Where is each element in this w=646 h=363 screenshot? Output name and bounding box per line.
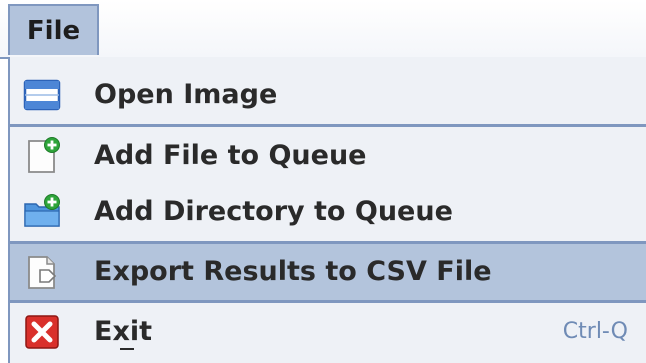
menu-item-open-image[interactable]: Open Image [10, 67, 646, 123]
menu-item-exit[interactable]: Exit Ctrl-Q [10, 304, 646, 360]
menu-item-add-file-label: Add File to Queue [94, 140, 367, 171]
menu-separator [10, 300, 646, 303]
export-csv-icon [28, 256, 57, 289]
menu-item-add-directory[interactable]: Add Directory to Queue [10, 184, 646, 240]
menu-item-export-csv-label: Export Results to CSV File [94, 256, 492, 287]
menu-bar: File [0, 0, 646, 59]
menu-item-add-directory-label: Add Directory to Queue [94, 196, 453, 227]
menu-file[interactable]: File [8, 4, 99, 55]
open-image-icon [23, 79, 61, 111]
file-menu-dropdown: Open Image Add File to Queue Add Directo… [8, 57, 646, 363]
menu-separator [10, 124, 646, 127]
add-directory-icon [24, 194, 60, 227]
add-file-icon [28, 137, 60, 173]
menu-item-export-csv[interactable]: Export Results to CSV File [10, 244, 646, 300]
menu-item-open-image-label: Open Image [94, 79, 278, 110]
menu-item-exit-label: Exit [94, 316, 153, 347]
exit-icon [25, 315, 59, 349]
menu-item-add-file[interactable]: Add File to Queue [10, 128, 646, 184]
menu-item-exit-shortcut: Ctrl-Q [562, 319, 628, 344]
menu-item-exit-mnemonic-underline [120, 348, 134, 350]
app-window: File Open Image Add File to Queue Add Di… [0, 0, 646, 363]
menu-file-label: File [26, 15, 81, 46]
